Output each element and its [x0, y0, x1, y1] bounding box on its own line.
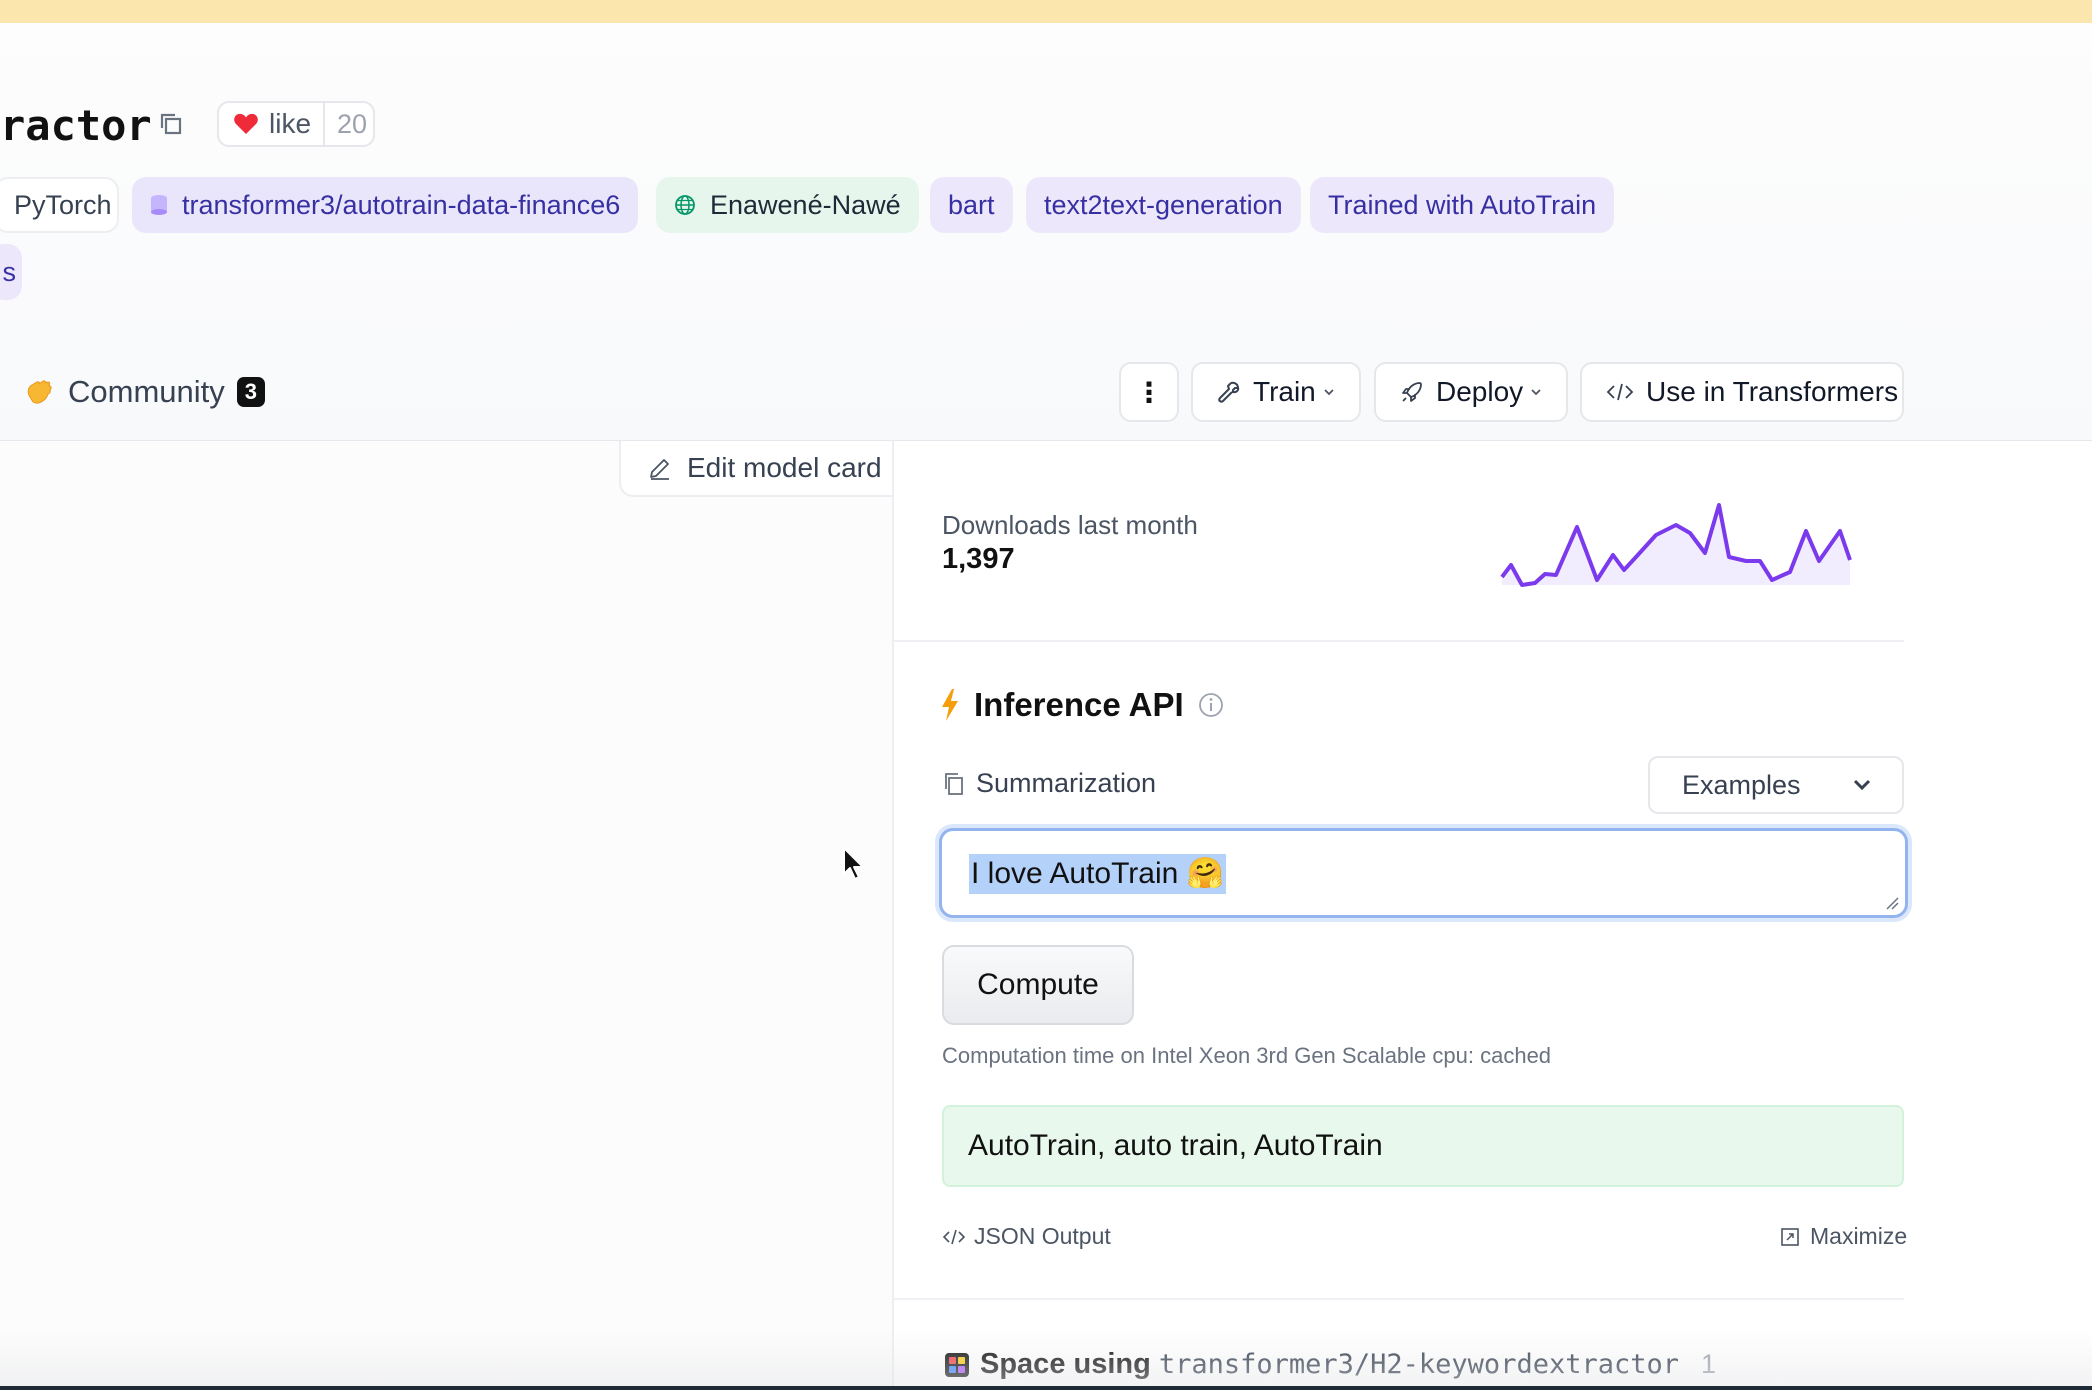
tag-bart[interactable]: bart [930, 177, 1013, 233]
browser-banner [0, 0, 2092, 23]
use-in-transformers-button[interactable]: Use in Transformers [1580, 362, 1904, 422]
model-card-pane [0, 441, 892, 1390]
inference-output: AutoTrain, auto train, AutoTrain [942, 1105, 1904, 1187]
inference-api-title: Inference API [974, 686, 1184, 723]
code-icon [942, 1229, 966, 1244]
window-bottom-edge [0, 1386, 2092, 1390]
spaces-icon [945, 1352, 969, 1377]
maximize-label: Maximize [1810, 1223, 1908, 1249]
examples-label: Examples [1682, 769, 1801, 800]
task-name: Summarization [976, 768, 1157, 798]
task-label: Summarization [944, 768, 1156, 799]
chevron-down-icon [1324, 389, 1334, 396]
tag-dataset-label: transformer3/autotrain-data-finance6 [182, 189, 621, 220]
spaces-using-label: Space using [980, 1348, 1151, 1380]
tag-autotrain[interactable]: Trained with AutoTrain [1310, 177, 1615, 233]
train-button[interactable]: Train [1191, 362, 1361, 422]
lightning-icon [942, 689, 958, 721]
like-label: like [269, 108, 312, 139]
input-selected-text: I love AutoTrain 🤗 [969, 854, 1227, 894]
tab-community[interactable]: Community 3 [24, 370, 266, 414]
code-icon [1606, 383, 1634, 401]
json-output-link[interactable]: JSON Output [942, 1223, 1111, 1250]
like-count[interactable]: 20 [337, 109, 367, 140]
tab-community-label: Community [68, 374, 225, 409]
resize-handle-icon[interactable] [1885, 896, 1899, 910]
info-icon[interactable] [1198, 692, 1224, 718]
tag-dataset[interactable]: transformer3/autotrain-data-finance6 [132, 177, 639, 233]
pencil-icon [650, 459, 669, 480]
deploy-label: Deploy [1436, 376, 1524, 407]
section-divider [894, 1298, 1904, 1300]
downloads-sparkline [1500, 503, 1852, 587]
document-icon [945, 772, 963, 795]
community-count-badge: 3 [236, 377, 266, 407]
tag-text2text[interactable]: text2text-generation [1026, 177, 1301, 233]
mouse-cursor-icon [843, 847, 864, 880]
use-in-transformers-label: Use in Transformers [1646, 376, 1899, 407]
deploy-button[interactable]: Deploy [1374, 362, 1568, 422]
inference-api-heading: Inference API [940, 686, 1224, 724]
edit-model-card-label: Edit model card [687, 452, 882, 483]
tag-overflow[interactable]: s [0, 244, 22, 300]
model-title: ractor [0, 101, 152, 150]
maximize-button[interactable]: Maximize [1780, 1223, 1907, 1250]
spaces-count: 1 [1701, 1349, 1717, 1379]
heart-icon [234, 113, 258, 134]
spaces-using-heading: Space using transformer3/H2-keywordextra… [944, 1348, 1716, 1381]
wrench-icon [1218, 381, 1240, 403]
downloads-label: Downloads last month [942, 510, 1198, 540]
chevron-down-icon [1531, 389, 1541, 396]
tag-pytorch[interactable]: PyTorch [0, 177, 119, 233]
examples-dropdown[interactable]: Examples [1648, 756, 1904, 814]
maximize-icon [1781, 1227, 1799, 1246]
globe-icon [675, 195, 695, 215]
database-icon [151, 195, 167, 215]
edit-model-card-button[interactable]: Edit model card [619, 441, 892, 497]
like-button[interactable]: like 20 [217, 101, 375, 147]
chevron-down-icon [1853, 779, 1871, 791]
tag-autotrain-label: Trained with AutoTrain [1328, 189, 1597, 220]
train-label: Train [1253, 376, 1316, 407]
community-hand-icon [27, 380, 52, 404]
tag-bart-label: bart [948, 189, 995, 220]
tag-pytorch-label: PyTorch [14, 189, 112, 220]
like-separator [323, 102, 326, 146]
tag-language[interactable]: Enawené-Nawé [656, 177, 919, 233]
compute-button[interactable]: Compute [942, 945, 1134, 1025]
rocket-icon [1402, 382, 1422, 402]
spaces-repo: transformer3/H2-keywordextractor [1158, 1349, 1679, 1380]
downloads-value: 1,397 [942, 543, 1015, 575]
tag-language-label: Enawené-Nawé [710, 189, 901, 220]
section-divider [894, 640, 1904, 642]
more-options-button[interactable]: ⋮ [1119, 362, 1179, 422]
tag-text2text-label: text2text-generation [1044, 189, 1283, 220]
inference-input[interactable]: I love AutoTrain 🤗 [939, 828, 1908, 918]
json-output-label: JSON Output [974, 1223, 1111, 1249]
copy-icon[interactable] [157, 110, 185, 138]
computation-time: Computation time on Intel Xeon 3rd Gen S… [942, 1043, 1552, 1068]
